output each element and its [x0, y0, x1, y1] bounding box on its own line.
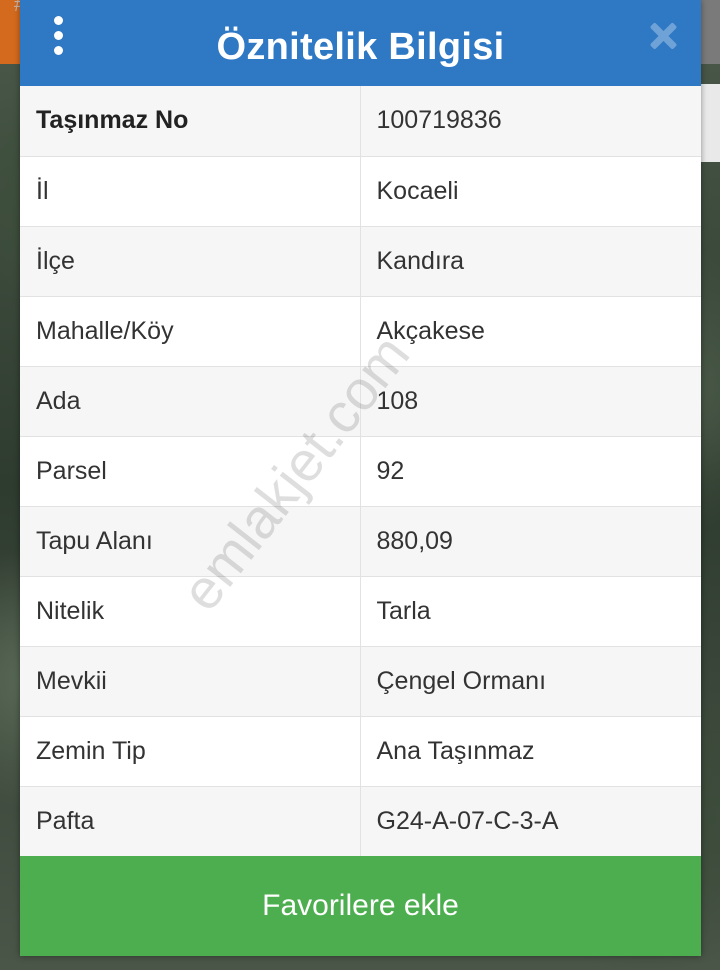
attribute-table: Taşınmaz No 100719836 İl Kocaeli İlçe Ka… — [20, 86, 701, 857]
table-row: Zemin Tip Ana Taşınmaz — [20, 716, 701, 787]
attribute-value: Kandıra — [360, 226, 701, 297]
attribute-key: Mahalle/Köy — [20, 296, 361, 367]
table-row: Pafta G24-A-07-C-3-A — [20, 786, 701, 857]
attribute-value: Ana Taşınmaz — [360, 716, 701, 787]
table-row: Mevkii Çengel Ormanı — [20, 646, 701, 717]
close-icon[interactable] — [647, 20, 679, 52]
attribute-key: İl — [20, 156, 361, 227]
dot — [54, 16, 63, 25]
attribute-dialog: Öznitelik Bilgisi Taşınmaz No 100719836 … — [20, 0, 701, 956]
dot — [54, 46, 63, 55]
table-row: Parsel 92 — [20, 436, 701, 507]
attribute-value: 92 — [360, 436, 701, 507]
attribute-key: Parsel — [20, 436, 361, 507]
attribute-value: 108 — [360, 366, 701, 437]
attribute-key: Tapu Alanı — [20, 506, 361, 577]
attribute-key: Pafta — [20, 786, 361, 857]
attribute-key: Mevkii — [20, 646, 361, 717]
table-row: Tapu Alanı 880,09 — [20, 506, 701, 577]
side-tab[interactable] — [700, 84, 720, 162]
add-to-favorites-button[interactable]: Favorilere ekle — [20, 856, 701, 956]
table-row: İlçe Kandıra — [20, 226, 701, 297]
table-row: İl Kocaeli — [20, 156, 701, 227]
attribute-value: Kocaeli — [360, 156, 701, 227]
attribute-value: Tarla — [360, 576, 701, 647]
attribute-key: Ada — [20, 366, 361, 437]
attribute-value: G24-A-07-C-3-A — [360, 786, 701, 857]
attribute-value: 880,09 — [360, 506, 701, 577]
attribute-value: 100719836 — [360, 86, 701, 157]
table-row: Ada 108 — [20, 366, 701, 437]
dialog-header: Öznitelik Bilgisi — [20, 0, 701, 86]
dialog-title: Öznitelik Bilgisi — [216, 25, 505, 68]
attribute-value: Akçakese — [360, 296, 701, 367]
attribute-key: Taşınmaz No — [20, 86, 361, 157]
table-row: Taşınmaz No 100719836 — [20, 86, 701, 157]
attribute-value: Çengel Ormanı — [360, 646, 701, 717]
table-row: Mahalle/Köy Akçakese — [20, 296, 701, 367]
table-row: Nitelik Tarla — [20, 576, 701, 647]
attribute-key: Nitelik — [20, 576, 361, 647]
vertical-dots-icon[interactable] — [54, 16, 63, 55]
attribute-key: İlçe — [20, 226, 361, 297]
attribute-key: Zemin Tip — [20, 716, 361, 787]
dot — [54, 31, 63, 40]
